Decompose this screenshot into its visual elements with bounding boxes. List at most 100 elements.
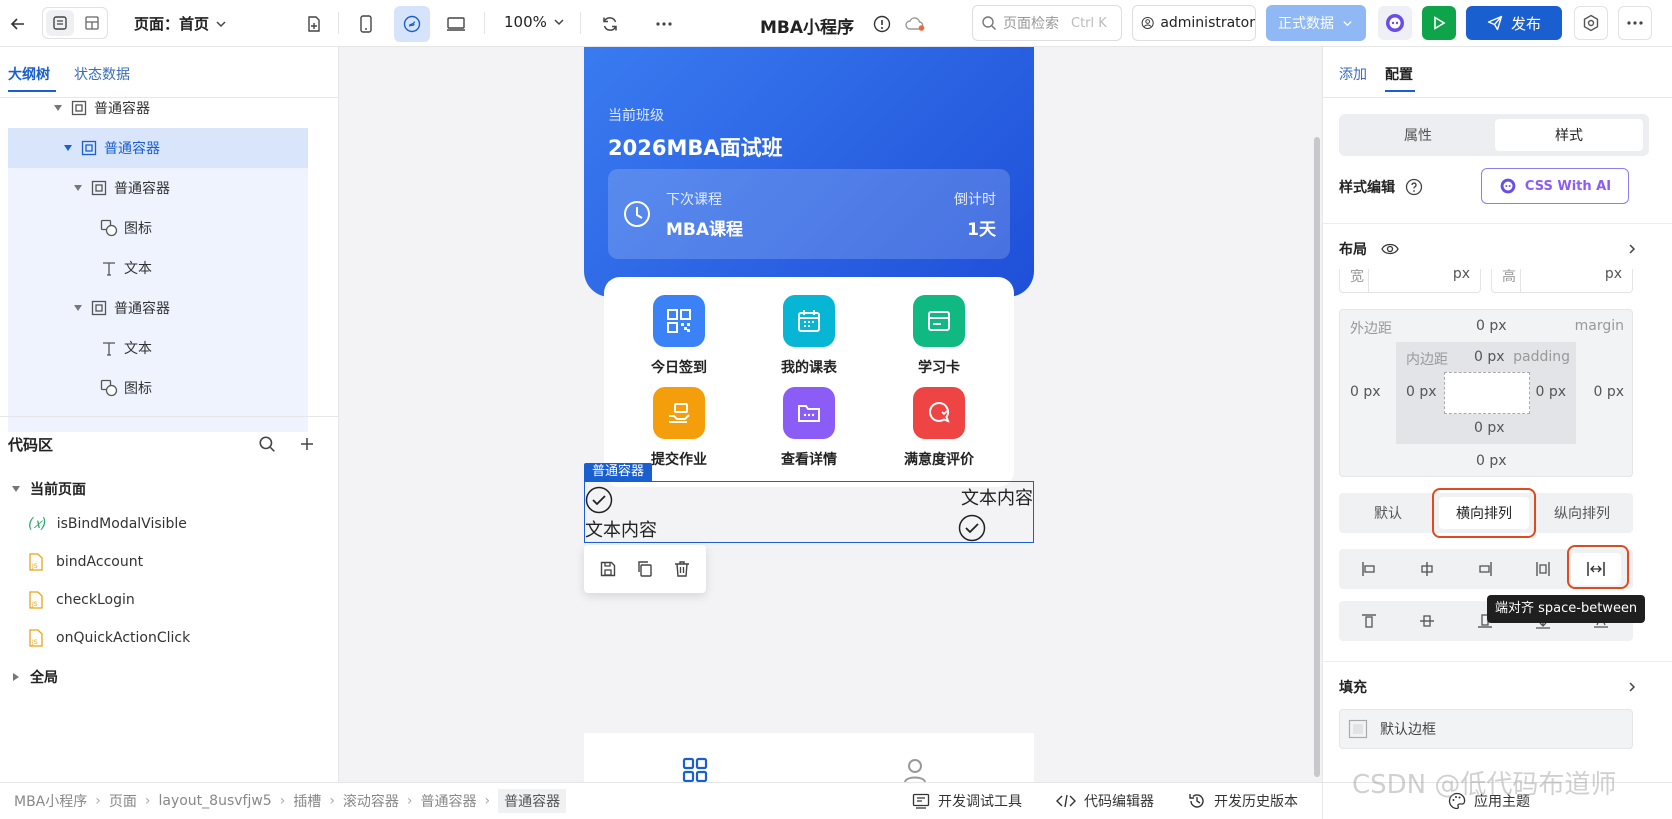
breadcrumb-item[interactable]: layout_8usvfjw5 xyxy=(158,793,271,809)
layout-section-header[interactable]: 布局 xyxy=(1339,239,1399,259)
code-editor-button[interactable]: 代码编辑器 xyxy=(1056,783,1154,819)
info-alert-icon[interactable] xyxy=(870,12,894,36)
tree-node-label: 普通容器 xyxy=(114,181,170,197)
tree-node-container[interactable]: 普通容器 xyxy=(8,98,308,128)
add-icon[interactable] xyxy=(294,431,320,457)
miniprogram-device-icon[interactable] xyxy=(394,6,430,42)
code-item-function[interactable]: JS bindAccount xyxy=(28,547,143,577)
selected-container[interactable]: 文本内容 文本内容 xyxy=(584,481,1034,543)
tree-node-icon[interactable]: 图标 xyxy=(8,208,308,248)
home-grid-icon[interactable] xyxy=(682,757,708,782)
tree-node-container-selected[interactable]: 普通容器 xyxy=(8,128,308,168)
settings-hex-icon[interactable] xyxy=(1574,6,1608,40)
mobile-device-icon[interactable] xyxy=(352,10,380,38)
tree-node-icon[interactable]: 图标 xyxy=(8,368,308,408)
padding-top-value[interactable]: 0 px xyxy=(1474,349,1505,365)
back-arrow-icon[interactable] xyxy=(4,10,32,38)
quick-action-schedule[interactable]: 我的课表 xyxy=(754,295,864,381)
quick-action-feedback[interactable]: 满意度评价 xyxy=(884,387,994,473)
justify-center-icon[interactable] xyxy=(1419,561,1435,577)
tree-node-container[interactable]: 普通容器 xyxy=(8,288,308,328)
quick-action-checkin[interactable]: 今日签到 xyxy=(624,295,734,381)
zoom-select[interactable]: 100% xyxy=(504,13,565,31)
justify-start-icon[interactable] xyxy=(1361,561,1377,577)
padding-left-value[interactable]: 0 px xyxy=(1406,384,1437,400)
margin-left-value[interactable]: 0 px xyxy=(1350,384,1381,400)
js-file-icon: JS xyxy=(28,553,44,571)
code-group-current-page[interactable]: 当前页面 xyxy=(12,479,86,499)
align-top-icon[interactable] xyxy=(1361,613,1377,629)
segment-style[interactable]: 样式 xyxy=(1495,119,1643,151)
padding-right-value[interactable]: 0 px xyxy=(1535,384,1566,400)
tab-add[interactable]: 添加 xyxy=(1339,64,1367,84)
devtools-button[interactable]: 开发调试工具 xyxy=(912,783,1022,819)
breadcrumb-item[interactable]: 页面 xyxy=(109,791,137,811)
publish-button[interactable]: 发布 xyxy=(1466,6,1562,40)
run-preview-icon[interactable] xyxy=(1422,6,1456,40)
help-icon[interactable] xyxy=(1405,178,1423,196)
breadcrumb-item[interactable]: 普通容器 xyxy=(421,791,477,811)
tab-outline-tree[interactable]: 大纲树 xyxy=(8,64,50,84)
direction-default[interactable]: 默认 xyxy=(1343,497,1433,529)
desktop-device-icon[interactable] xyxy=(442,10,470,38)
tab-state-data[interactable]: 状态数据 xyxy=(74,64,130,84)
page-selector[interactable]: 页面：首页 xyxy=(134,13,227,34)
cloud-sync-icon[interactable] xyxy=(902,12,928,36)
delete-icon[interactable] xyxy=(673,560,691,578)
quick-action-details[interactable]: 查看详情 xyxy=(754,387,864,473)
ai-assistant-icon[interactable] xyxy=(1378,6,1412,40)
padding-bottom-value[interactable]: 0 px xyxy=(1474,420,1505,436)
canvas-scrollbar[interactable] xyxy=(1314,137,1320,777)
tab-config[interactable]: 配置 xyxy=(1385,64,1413,84)
align-middle-icon[interactable] xyxy=(1419,613,1435,629)
direction-column[interactable]: 纵向排列 xyxy=(1535,497,1629,529)
tree-node-text[interactable]: 文本 xyxy=(8,248,308,288)
height-input[interactable]: 高 px xyxy=(1491,269,1633,293)
code-item-function[interactable]: JS checkLogin xyxy=(28,585,135,615)
selected-component-tag[interactable]: 普通容器 xyxy=(584,463,653,481)
breadcrumb-item[interactable]: MBA小程序 xyxy=(14,791,87,811)
justify-around-icon[interactable] xyxy=(1535,561,1551,577)
tree-node-container[interactable]: 普通容器 xyxy=(8,168,308,208)
code-group-global[interactable]: 全局 xyxy=(12,667,58,687)
breadcrumb-item[interactable]: 插槽 xyxy=(293,791,321,811)
design-canvas: 当前班级 2026MBA面试班 下次课程 MBA课程 倒计时 1天 今日签到 我… xyxy=(339,47,1322,782)
code-item-variable[interactable]: (𝑥) isBindModalVisible xyxy=(28,509,187,539)
history-button[interactable]: 开发历史版本 xyxy=(1188,783,1298,819)
more-icon[interactable] xyxy=(650,10,678,38)
margin-right-value[interactable]: 0 px xyxy=(1593,384,1624,400)
code-item-function[interactable]: JS onQuickActionClick xyxy=(28,623,190,653)
margin-bottom-value[interactable]: 0 px xyxy=(1476,453,1507,469)
user-menu[interactable]: administrator xyxy=(1132,5,1256,41)
quick-action-study-card[interactable]: 学习卡 xyxy=(884,295,994,381)
justify-end-icon[interactable] xyxy=(1477,561,1493,577)
next-course-card[interactable]: 下次课程 MBA课程 倒计时 1天 xyxy=(608,169,1010,259)
breadcrumb-item[interactable]: 滚动容器 xyxy=(343,791,399,811)
save-icon[interactable] xyxy=(599,560,617,578)
quick-action-homework[interactable]: 提交作业 xyxy=(624,387,734,473)
css-with-ai-button[interactable]: CSS With AI xyxy=(1481,168,1629,204)
segment-properties[interactable]: 属性 xyxy=(1345,119,1491,151)
chevron-right-icon[interactable] xyxy=(1627,243,1637,255)
breadcrumb-item-current[interactable]: 普通容器 xyxy=(498,789,567,813)
fill-section-header[interactable]: 填充 xyxy=(1339,677,1367,697)
refresh-icon[interactable] xyxy=(596,10,624,38)
page-search-input[interactable]: 页面检索 Ctrl K xyxy=(972,5,1122,41)
env-select[interactable]: 正式数据 xyxy=(1266,5,1366,41)
new-page-icon[interactable] xyxy=(300,10,328,38)
copy-icon[interactable] xyxy=(636,560,654,578)
layout-view-icon[interactable] xyxy=(78,10,106,36)
container-icon xyxy=(90,299,108,317)
width-input[interactable]: 宽 px xyxy=(1339,269,1481,293)
tree-node-text[interactable]: 文本 xyxy=(8,328,308,368)
width-unit: px xyxy=(1452,269,1470,282)
border-style-select[interactable]: 默认边框 xyxy=(1339,709,1633,749)
chevron-right-icon[interactable] xyxy=(1627,681,1637,693)
more-menu-icon[interactable] xyxy=(1618,6,1652,40)
profile-icon[interactable] xyxy=(902,757,928,782)
margin-top-value[interactable]: 0 px xyxy=(1476,318,1507,334)
page-view-icon[interactable] xyxy=(46,10,74,36)
eye-icon[interactable] xyxy=(1381,242,1399,256)
search-icon[interactable] xyxy=(254,431,280,457)
countdown-label: 倒计时 xyxy=(954,192,996,208)
